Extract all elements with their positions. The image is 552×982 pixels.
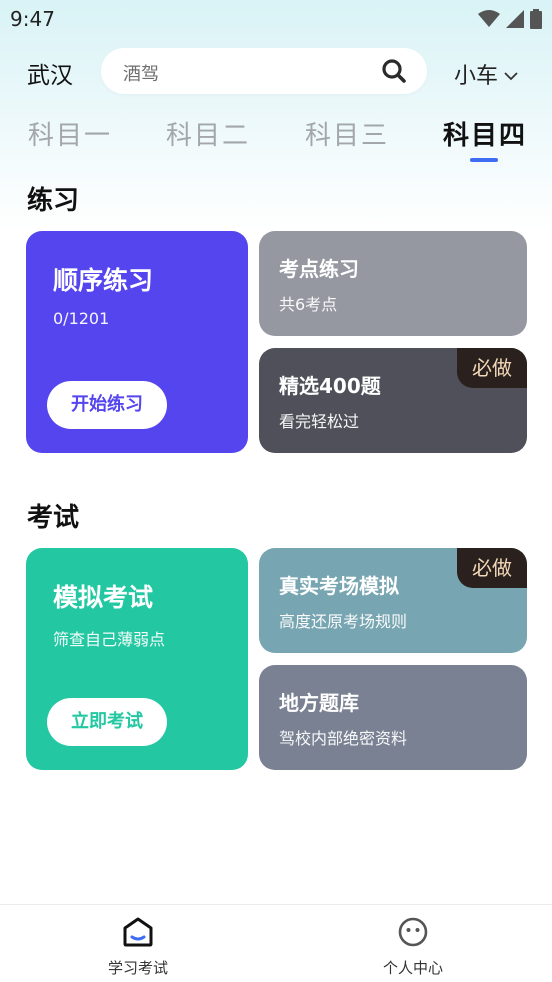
wifi-icon [478,10,500,32]
local-question-bank-card[interactable]: 地方题库 驾校内部绝密资料 [259,665,527,770]
must-do-badge: 必做 [457,548,527,588]
chevron-down-icon [504,62,518,87]
key-points-title: 考点练习 [279,257,359,281]
battery-icon [530,9,542,33]
city-selector[interactable]: 武汉 [27,56,73,90]
mock-exam-card[interactable]: 模拟考试 筛查自己薄弱点 立即考试 [26,548,248,770]
nav-study-exam-label: 学习考试 [107,959,168,977]
mock-exam-subtitle: 筛查自己薄弱点 [53,630,166,649]
sequential-practice-title: 顺序练习 [53,266,154,295]
status-time: 9:47 [10,7,55,31]
nav-personal-center[interactable]: 个人中心 [353,917,473,978]
search-input[interactable]: 酒驾 [123,60,159,86]
subject-tabs: 科目一 科目二 科目三 科目四 [0,115,552,165]
vehicle-type-label: 小车 [454,64,499,89]
real-exam-simulation-subtitle: 高度还原考场规则 [279,612,408,631]
local-question-bank-subtitle: 驾校内部绝密资料 [279,729,408,748]
real-exam-simulation-title: 真实考场模拟 [279,574,399,598]
nav-study-exam[interactable]: 学习考试 [78,917,198,978]
selected-questions-title: 精选400题 [279,374,381,398]
signal-icon [506,10,524,32]
real-exam-simulation-card[interactable]: 真实考场模拟 高度还原考场规则 必做 [259,548,527,653]
start-exam-button[interactable]: 立即考试 [47,698,167,746]
practice-section-title: 练习 [27,186,80,216]
status-icons [478,9,542,33]
selected-questions-subtitle: 看完轻松过 [279,412,360,431]
nav-personal-center-label: 个人中心 [382,959,443,977]
search-bar[interactable]: 酒驾 [101,48,427,94]
vehicle-type-selector[interactable]: 小车 [454,58,518,90]
tab-active-indicator [470,158,498,162]
bottom-navigation: 学习考试 个人中心 [0,904,552,982]
mock-exam-title: 模拟考试 [53,583,154,612]
key-points-card[interactable]: 考点练习 共6考点 [259,231,527,336]
must-do-badge: 必做 [457,348,527,388]
tab-subject-4[interactable]: 科目四 [443,115,527,152]
sequential-practice-progress: 0/1201 [53,309,110,328]
tab-subject-1[interactable]: 科目一 [28,115,112,152]
face-icon [397,917,429,951]
search-icon[interactable] [381,58,407,88]
tab-subject-3[interactable]: 科目三 [305,115,389,152]
tab-subject-2[interactable]: 科目二 [166,115,250,152]
selected-questions-card[interactable]: 精选400题 看完轻松过 必做 [259,348,527,453]
exam-section-title: 考试 [27,503,80,533]
local-question-bank-title: 地方题库 [279,691,359,715]
sequential-practice-card[interactable]: 顺序练习 0/1201 开始练习 [26,231,248,453]
start-practice-button[interactable]: 开始练习 [47,381,167,429]
status-bar: 9:47 [0,0,552,38]
key-points-subtitle: 共6考点 [279,295,338,314]
home-icon [122,917,154,951]
